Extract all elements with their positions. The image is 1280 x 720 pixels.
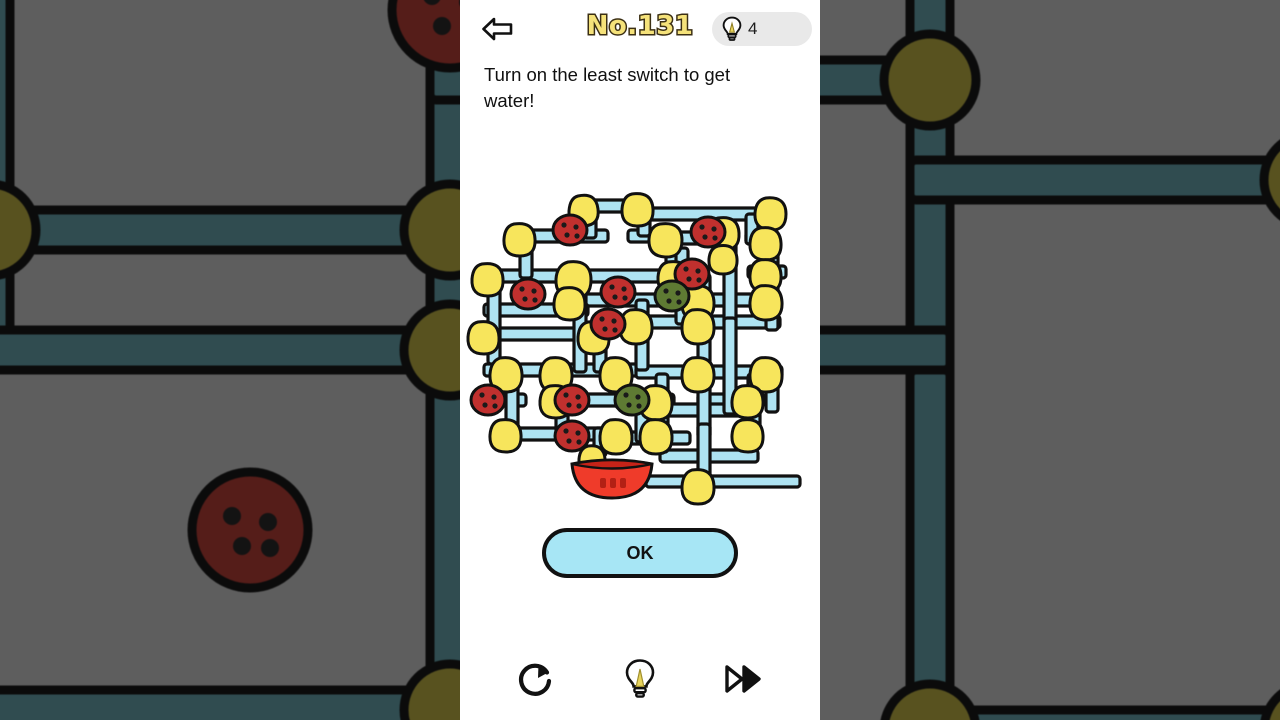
header: No.131 4 (460, 0, 820, 58)
lightbulb-icon (625, 659, 655, 698)
level-label: No.131 (585, 10, 694, 43)
bottom-toolbar (460, 648, 820, 710)
hint-button[interactable] (617, 656, 663, 702)
ok-button[interactable]: OK (542, 528, 738, 578)
game-panel: No.131 4 Turn on the least switch to get… (460, 0, 820, 720)
back-arrow-icon (482, 17, 513, 41)
back-button[interactable] (478, 12, 518, 46)
restart-icon (518, 663, 552, 696)
prompt-text: Turn on the least switch to get water! (484, 64, 731, 111)
hint-count: 4 (748, 19, 758, 38)
hint-counter[interactable]: 4 (712, 12, 812, 46)
fast-forward-icon (725, 665, 761, 693)
app-screen: No.131 4 Turn on the least switch to get… (0, 0, 1280, 720)
lightbulb-icon (722, 16, 742, 41)
skip-button[interactable] (721, 656, 767, 702)
ok-button-wrap: OK (460, 528, 820, 578)
bowl-target (570, 458, 654, 500)
pipe-puzzle-board[interactable] (460, 188, 820, 508)
restart-button[interactable] (513, 656, 559, 702)
